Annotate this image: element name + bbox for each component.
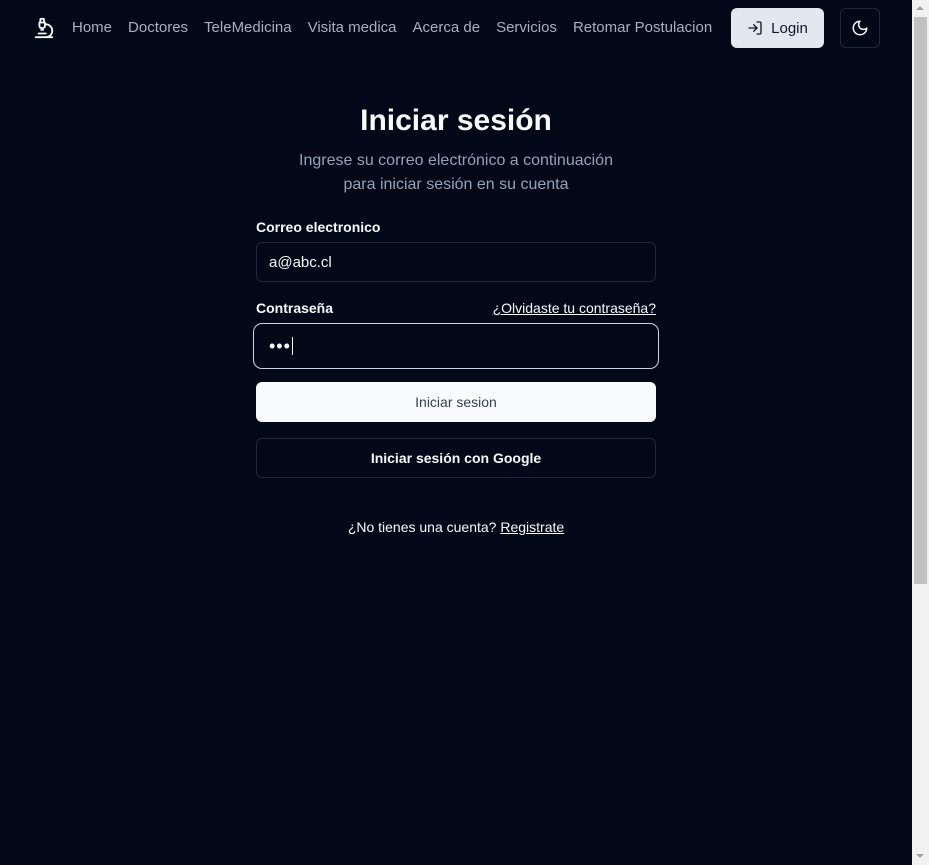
navbar: Home Doctores TeleMedicina Visita medica…	[0, 0, 912, 56]
page: Home Doctores TeleMedicina Visita medica…	[0, 0, 912, 865]
google-login-button[interactable]: Iniciar sesión con Google	[256, 438, 656, 478]
nav-link-telemedicina[interactable]: TeleMedicina	[204, 19, 292, 36]
register-link[interactable]: Registrate	[500, 519, 564, 535]
email-value: a@abc.cl	[269, 253, 332, 271]
vertical-scrollbar[interactable]	[912, 0, 929, 865]
microscope-icon[interactable]	[33, 16, 55, 40]
no-account-text: ¿No tienes una cuenta?	[347, 519, 497, 535]
text-caret	[291, 337, 293, 355]
login-submit-label: Iniciar sesion	[415, 394, 497, 410]
nav-links: Home Doctores TeleMedicina Visita medica…	[72, 19, 712, 36]
email-label: Correo electronico	[256, 219, 381, 235]
nav-link-servicios[interactable]: Servicios	[496, 19, 557, 36]
page-title: Iniciar sesión	[360, 104, 552, 137]
password-label: Contraseña	[256, 300, 334, 316]
subtitle-line-1: Ingrese su correo electrónico a continua…	[299, 152, 613, 169]
forgot-password-link[interactable]: ¿Olvidaste tu contraseña?	[493, 300, 656, 316]
theme-toggle-button[interactable]	[840, 8, 880, 48]
scroll-down-arrow-icon[interactable]	[916, 854, 924, 858]
scroll-up-arrow-icon[interactable]	[916, 6, 924, 10]
subtitle-line-2: para iniciar sesión en su cuenta	[343, 176, 569, 193]
nav-link-acerca-de[interactable]: Acerca de	[413, 19, 481, 36]
signup-prompt: ¿No tienes una cuenta? Registrate	[256, 519, 656, 535]
nav-link-doctores[interactable]: Doctores	[128, 19, 188, 36]
nav-link-home[interactable]: Home	[72, 19, 112, 36]
google-login-label: Iniciar sesión con Google	[370, 450, 542, 466]
password-value: •••	[269, 336, 291, 356]
log-in-icon	[748, 21, 762, 35]
moon-icon	[852, 20, 868, 36]
scrollbar-thumb[interactable]	[914, 17, 927, 584]
email-field[interactable]: a@abc.cl	[256, 242, 656, 282]
page-subtitle: Ingrese su correo electrónico a continua…	[256, 149, 656, 197]
nav-link-visita-medica[interactable]: Visita medica	[308, 19, 397, 36]
login-submit-button[interactable]: Iniciar sesion	[256, 382, 656, 422]
nav-link-retomar-postulacion[interactable]: Retomar Postulacion	[573, 19, 712, 36]
login-button[interactable]: Login	[731, 8, 824, 48]
login-button-label: Login	[771, 19, 808, 37]
password-field[interactable]: •••	[256, 326, 656, 366]
